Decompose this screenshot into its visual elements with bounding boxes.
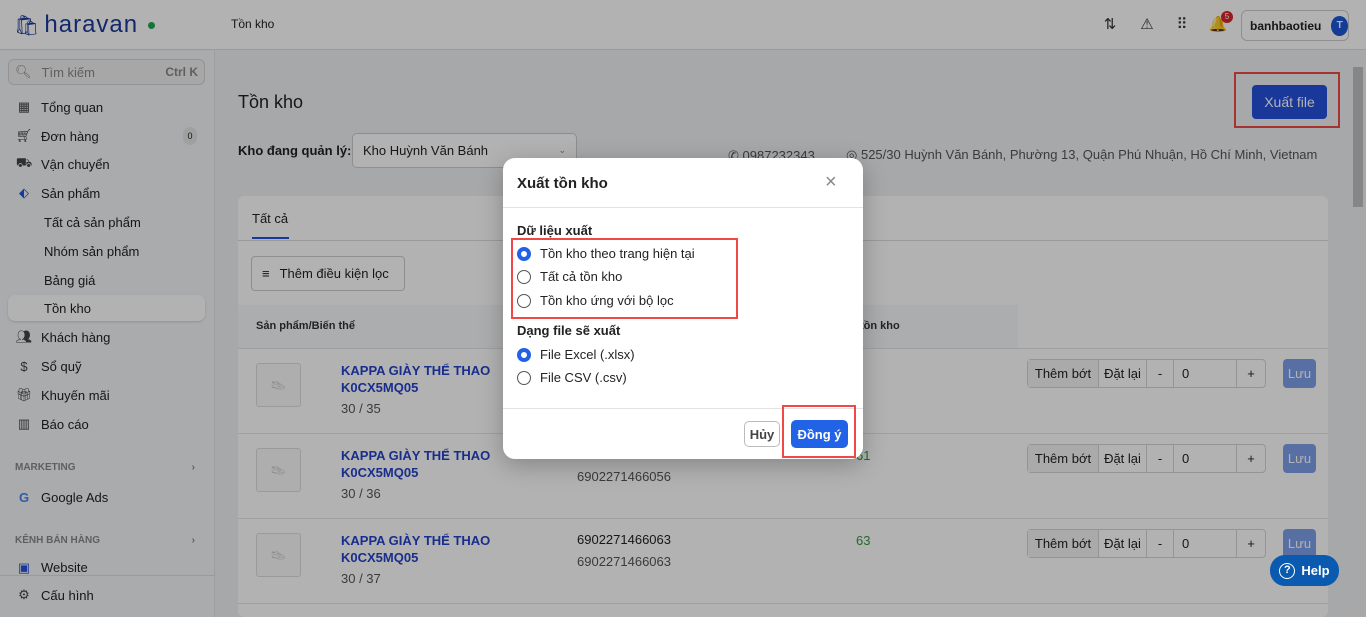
radio-button[interactable] xyxy=(517,370,531,385)
export-inventory-dialog: Xuất tồn kho × Dữ liệu xuất Tồn kho theo… xyxy=(503,158,863,459)
question-icon: ? xyxy=(1279,562,1296,579)
radio-csv[interactable]: File CSV (.csv) xyxy=(517,370,627,385)
radio-excel[interactable]: File Excel (.xlsx) xyxy=(517,347,635,362)
close-icon[interactable]: × xyxy=(825,171,837,194)
highlight-box xyxy=(511,238,738,319)
radio-button[interactable] xyxy=(517,347,531,362)
dialog-title: Xuất tồn kho xyxy=(517,175,608,192)
help-button[interactable]: ? Help xyxy=(1270,555,1339,586)
highlight-box xyxy=(782,405,856,458)
cancel-button[interactable]: Hủy xyxy=(744,421,780,447)
dialog-divider xyxy=(503,207,863,208)
file-format-label: Dạng file sẽ xuất xyxy=(517,323,621,338)
export-data-label: Dữ liệu xuất xyxy=(517,223,593,238)
